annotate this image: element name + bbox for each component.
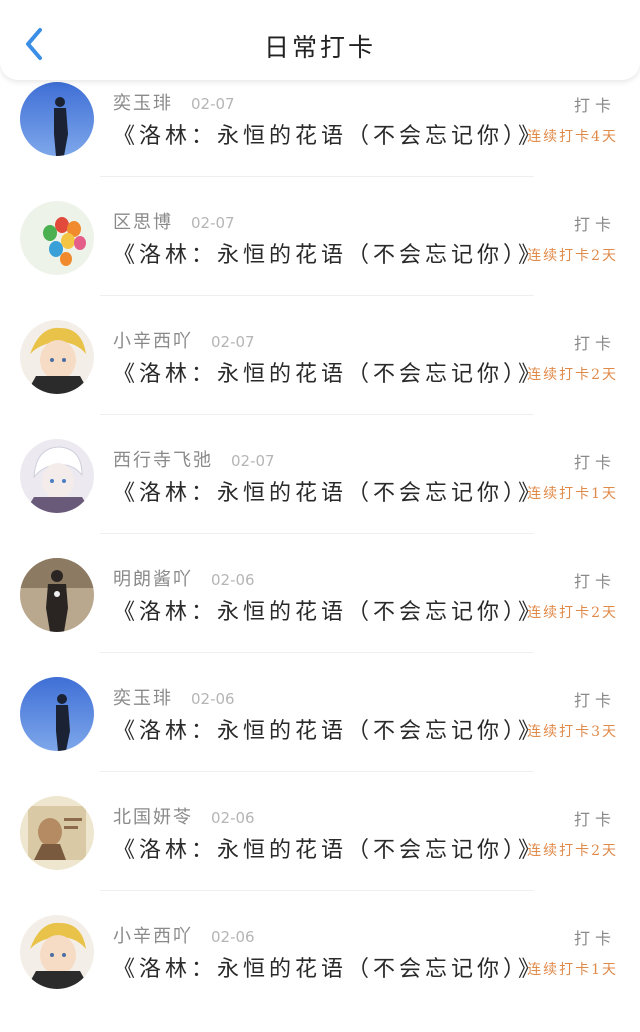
post-date: 02-06	[211, 928, 255, 946]
avatar[interactable]	[20, 915, 94, 989]
avatar[interactable]	[20, 439, 94, 513]
streak-badge: 连续打卡2天	[527, 248, 618, 264]
avatar[interactable]	[20, 677, 94, 751]
list-item[interactable]: 小辛西吖 02-07 打卡 《洛林：永恒的花语（不会忘记你）》 连续打卡2天	[0, 318, 640, 437]
list-item[interactable]: 明朗酱吖 02-06 打卡 《洛林：永恒的花语（不会忘记你）》 连续打卡2天	[0, 556, 640, 675]
header-bar: 日常打卡	[0, 0, 640, 80]
list-item[interactable]: 奕玉琲 02-06 打卡 《洛林：永恒的花语（不会忘记你）》 连续打卡3天	[0, 675, 640, 794]
streak-badge: 连续打卡3天	[527, 724, 618, 740]
divider	[100, 652, 534, 653]
post-date: 02-07	[211, 333, 255, 351]
streak-badge: 连续打卡4天	[527, 129, 618, 145]
avatar[interactable]	[20, 558, 94, 632]
avatar[interactable]	[20, 82, 94, 156]
list-item[interactable]: 北国妍苓 02-06 打卡 《洛林：永恒的花语（不会忘记你）》 连续打卡2天	[0, 794, 640, 913]
avatar[interactable]	[20, 201, 94, 275]
checkin-content[interactable]: 《洛林：永恒的花语（不会忘记你）》	[113, 951, 544, 983]
checkin-content[interactable]: 《洛林：永恒的花语（不会忘记你）》	[113, 237, 544, 269]
checkin-button[interactable]: 打卡	[574, 211, 616, 235]
list-item[interactable]: 奕玉琲 02-07 打卡 《洛林：永恒的花语（不会忘记你）》 连续打卡4天	[0, 80, 640, 199]
post-date: 02-07	[231, 452, 275, 470]
divider	[100, 295, 534, 296]
user-name[interactable]: 小辛西吖	[113, 922, 193, 948]
user-name[interactable]: 奕玉琲	[113, 89, 173, 115]
streak-badge: 连续打卡1天	[527, 486, 618, 502]
list-item[interactable]: 小辛西吖 02-06 打卡 《洛林：永恒的花语（不会忘记你）》 连续打卡1天	[0, 913, 640, 1032]
avatar[interactable]	[20, 320, 94, 394]
user-name[interactable]: 小辛西吖	[113, 327, 193, 353]
checkin-content[interactable]: 《洛林：永恒的花语（不会忘记你）》	[113, 356, 544, 388]
post-date: 02-07	[191, 95, 235, 113]
divider	[100, 533, 534, 534]
checkin-button[interactable]: 打卡	[574, 687, 616, 711]
avatar[interactable]	[20, 796, 94, 870]
divider	[100, 176, 534, 177]
checkin-list: 奕玉琲 02-07 打卡 《洛林：永恒的花语（不会忘记你）》 连续打卡4天 区思…	[0, 80, 640, 1032]
list-item[interactable]: 区思博 02-07 打卡 《洛林：永恒的花语（不会忘记你）》 连续打卡2天	[0, 199, 640, 318]
streak-badge: 连续打卡2天	[527, 605, 618, 621]
checkin-button[interactable]: 打卡	[574, 330, 616, 354]
checkin-button[interactable]: 打卡	[574, 806, 616, 830]
checkin-button[interactable]: 打卡	[574, 92, 616, 116]
user-name[interactable]: 明朗酱吖	[113, 565, 193, 591]
checkin-button[interactable]: 打卡	[574, 925, 616, 949]
checkin-content[interactable]: 《洛林：永恒的花语（不会忘记你）》	[113, 713, 544, 745]
user-name[interactable]: 北国妍苓	[113, 803, 193, 829]
user-name[interactable]: 奕玉琲	[113, 684, 173, 710]
streak-badge: 连续打卡2天	[527, 843, 618, 859]
checkin-content[interactable]: 《洛林：永恒的花语（不会忘记你）》	[113, 475, 544, 507]
post-date: 02-06	[191, 690, 235, 708]
divider	[100, 414, 534, 415]
divider	[100, 890, 534, 891]
checkin-content[interactable]: 《洛林：永恒的花语（不会忘记你）》	[113, 118, 544, 150]
streak-badge: 连续打卡2天	[527, 367, 618, 383]
post-date: 02-07	[191, 214, 235, 232]
list-item[interactable]: 西行寺飞弛 02-07 打卡 《洛林：永恒的花语（不会忘记你）》 连续打卡1天	[0, 437, 640, 556]
page-title: 日常打卡	[263, 33, 376, 62]
user-name[interactable]: 区思博	[113, 208, 173, 234]
checkin-button[interactable]: 打卡	[574, 568, 616, 592]
checkin-content[interactable]: 《洛林：永恒的花语（不会忘记你）》	[113, 832, 544, 864]
user-name[interactable]: 西行寺飞弛	[113, 446, 213, 472]
checkin-button[interactable]: 打卡	[574, 449, 616, 473]
post-date: 02-06	[211, 571, 255, 589]
streak-badge: 连续打卡1天	[527, 962, 618, 978]
divider	[100, 771, 534, 772]
post-date: 02-06	[211, 809, 255, 827]
checkin-content[interactable]: 《洛林：永恒的花语（不会忘记你）》	[113, 594, 544, 626]
